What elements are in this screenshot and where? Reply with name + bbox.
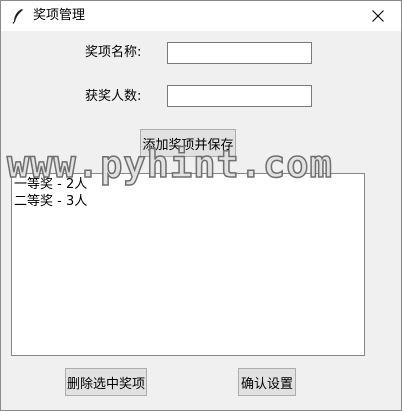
winner-count-label: 获奖人数:: [85, 89, 142, 104]
add-and-save-button[interactable]: 添加奖项并保存: [140, 129, 236, 157]
list-item[interactable]: 二等奖 - 3人: [14, 194, 87, 210]
feather-icon: [11, 8, 25, 24]
confirm-settings-button[interactable]: 确认设置: [238, 368, 296, 396]
award-name-input[interactable]: [167, 42, 312, 64]
window-title: 奖项管理: [33, 8, 86, 23]
awards-listbox[interactable]: 一等奖 - 2人 二等奖 - 3人: [11, 173, 365, 356]
winner-count-input[interactable]: [167, 85, 312, 107]
close-icon[interactable]: [372, 10, 384, 22]
title-bar: 奖项管理: [1, 1, 401, 31]
list-item[interactable]: 一等奖 - 2人: [14, 177, 87, 193]
award-name-label: 奖项名称:: [85, 45, 142, 60]
delete-selected-button[interactable]: 删除选中奖项: [65, 368, 147, 396]
award-management-window: 奖项管理 奖项名称: 获奖人数: 添加奖项并保存 一等奖 - 2人 二等奖 - …: [0, 0, 402, 411]
close-button[interactable]: [355, 1, 401, 31]
